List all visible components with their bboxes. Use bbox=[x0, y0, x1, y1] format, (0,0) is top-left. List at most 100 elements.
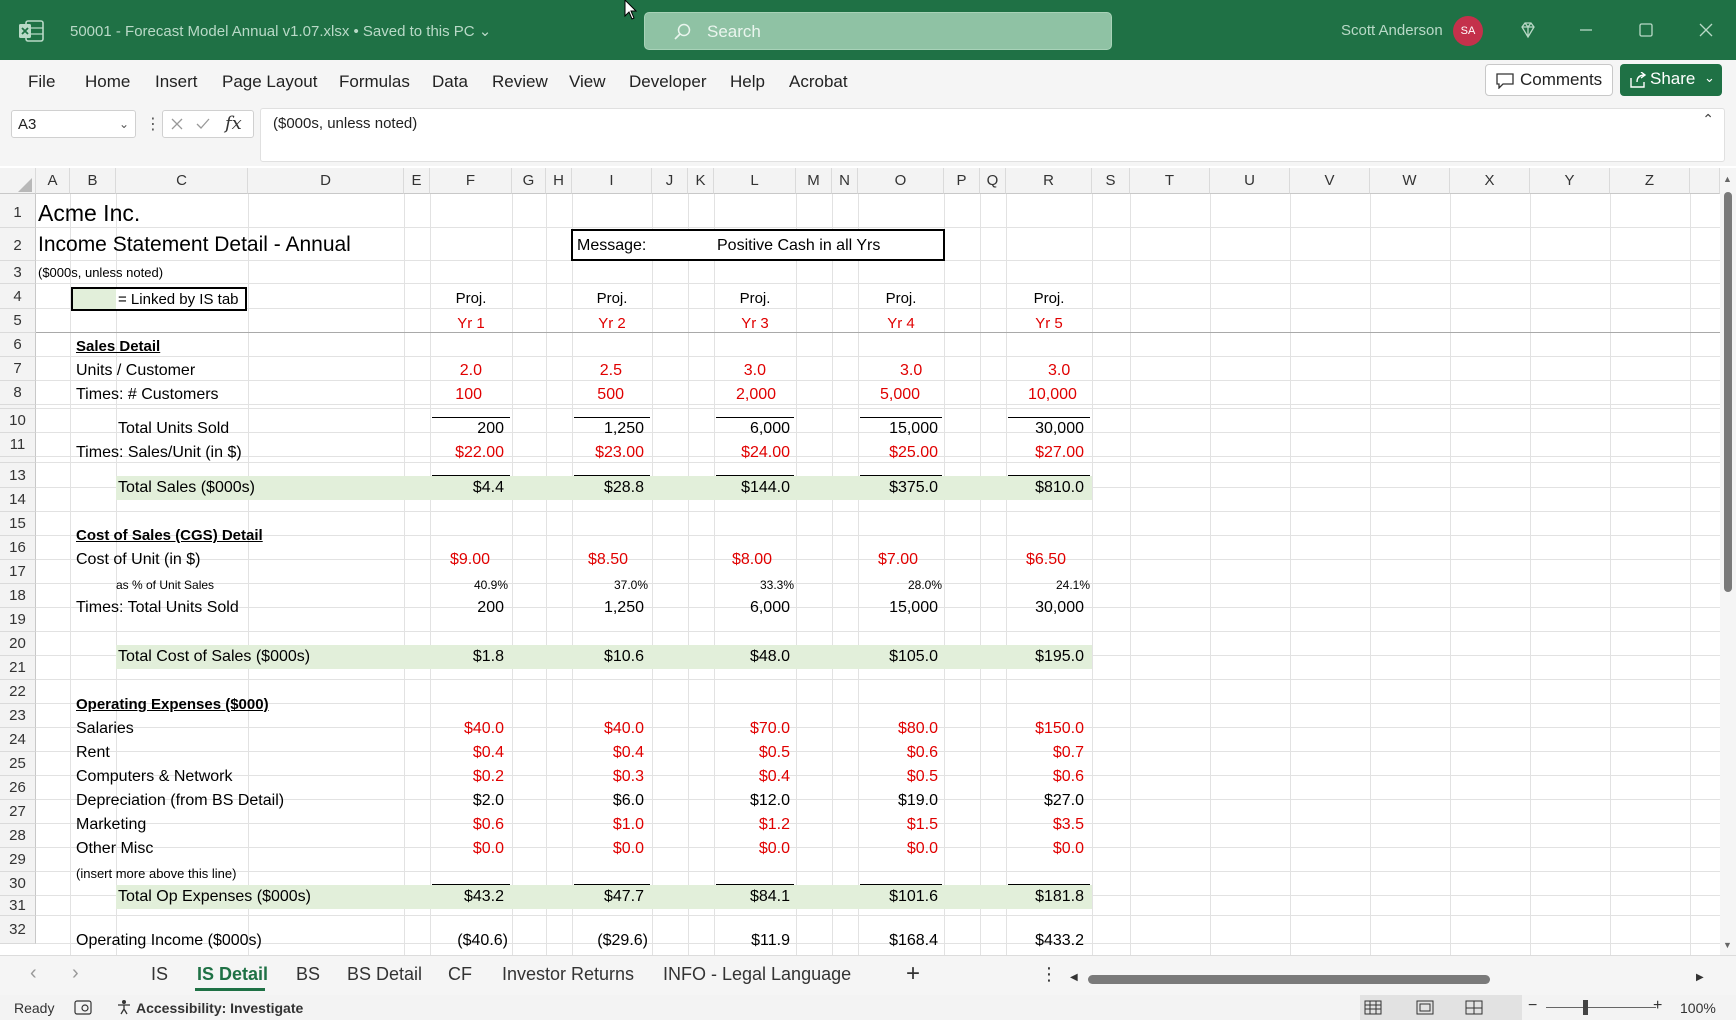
column-header[interactable]: W bbox=[1370, 168, 1450, 194]
input-cell[interactable]: $0.5 bbox=[714, 744, 790, 762]
row-header[interactable]: 27 bbox=[0, 800, 36, 824]
row-header[interactable]: 20 bbox=[0, 632, 36, 656]
insert-note[interactable]: (insert more above this line) bbox=[76, 866, 236, 881]
enter-check-icon[interactable] bbox=[195, 116, 211, 132]
column-header[interactable]: D bbox=[248, 168, 404, 194]
row-label[interactable]: Salaries bbox=[76, 720, 134, 738]
column-header[interactable]: E bbox=[404, 168, 430, 194]
input-cell[interactable]: 5,000 bbox=[858, 386, 942, 404]
sheet-tab-is-detail[interactable]: IS Detail bbox=[197, 964, 268, 985]
row-header[interactable]: 21 bbox=[0, 656, 36, 680]
minimize-icon[interactable] bbox=[1576, 20, 1596, 40]
column-header[interactable]: H bbox=[546, 168, 572, 194]
more-options-icon[interactable]: ⋮ bbox=[145, 114, 161, 134]
scrollbar-thumb[interactable] bbox=[1088, 975, 1490, 984]
value-cell[interactable]: 30,000 bbox=[1006, 599, 1084, 617]
input-cell[interactable]: $70.0 bbox=[714, 720, 790, 738]
legend-box[interactable]: = Linked by IS tab bbox=[71, 287, 247, 311]
value-cell[interactable]: $433.2 bbox=[1006, 932, 1084, 950]
value-cell[interactable]: 6,000 bbox=[714, 420, 790, 438]
sheet-tab-cf[interactable]: CF bbox=[448, 964, 472, 985]
input-cell[interactable]: $40.0 bbox=[430, 720, 504, 738]
value-cell[interactable]: 30,000 bbox=[1006, 420, 1084, 438]
more-sheets-icon[interactable]: ⋮ bbox=[1040, 964, 1058, 985]
column-header[interactable]: K bbox=[688, 168, 714, 194]
row-label[interactable]: Rent bbox=[76, 744, 110, 762]
comments-button[interactable]: Comments bbox=[1485, 64, 1613, 96]
row-header[interactable]: 32 bbox=[0, 916, 36, 944]
input-cell[interactable]: $23.00 bbox=[572, 444, 644, 462]
value-cell[interactable]: $28.8 bbox=[572, 479, 644, 497]
input-cell[interactable]: $0.7 bbox=[1006, 744, 1084, 762]
row-header[interactable]: 4 bbox=[0, 284, 36, 309]
row-label[interactable]: as % of Unit Sales bbox=[116, 578, 214, 592]
column-header[interactable]: Q bbox=[980, 168, 1006, 194]
row-header[interactable]: 8 bbox=[0, 381, 36, 405]
zoom-slider-thumb[interactable] bbox=[1583, 1000, 1588, 1015]
value-cell[interactable]: 37.0% bbox=[572, 578, 648, 592]
row-header[interactable]: 26 bbox=[0, 776, 36, 800]
value-cell[interactable]: $84.1 bbox=[714, 888, 790, 906]
input-cell[interactable]: $1.0 bbox=[572, 816, 644, 834]
value-cell[interactable]: 24.1% bbox=[1006, 578, 1090, 592]
input-cell[interactable]: $0.0 bbox=[858, 840, 938, 858]
row-header[interactable]: 14 bbox=[0, 488, 36, 512]
units-note[interactable]: ($000s, unless noted) bbox=[38, 265, 163, 280]
value-cell[interactable]: $810.0 bbox=[1006, 479, 1084, 497]
input-cell[interactable]: 500 bbox=[572, 386, 624, 404]
row-header[interactable]: 13 bbox=[0, 463, 36, 488]
proj-label[interactable]: Proj. bbox=[858, 290, 944, 308]
cancel-icon[interactable] bbox=[169, 116, 185, 132]
row-label[interactable]: Times: # Customers bbox=[76, 386, 219, 404]
spreadsheet-grid[interactable]: A B C D E F G H I J K L M N O P Q R S T … bbox=[0, 168, 1720, 955]
input-cell[interactable]: $8.00 bbox=[714, 551, 794, 569]
input-cell[interactable]: $80.0 bbox=[858, 720, 938, 738]
input-cell[interactable]: $0.0 bbox=[714, 840, 790, 858]
name-box[interactable]: A3 ⌄ bbox=[11, 110, 136, 138]
row-header[interactable]: 10 bbox=[0, 409, 36, 433]
value-cell[interactable]: 33.3% bbox=[714, 578, 794, 592]
input-cell[interactable]: $25.00 bbox=[858, 444, 938, 462]
input-cell[interactable]: 2.5 bbox=[572, 362, 622, 380]
row-label[interactable]: Times: Sales/Unit (in $) bbox=[76, 444, 242, 462]
column-header[interactable]: S bbox=[1092, 168, 1130, 194]
row-label[interactable]: Cost of Unit (in $) bbox=[76, 551, 200, 569]
row-header[interactable]: 3 bbox=[0, 261, 36, 284]
value-cell[interactable]: 15,000 bbox=[858, 420, 938, 438]
column-header[interactable]: V bbox=[1290, 168, 1370, 194]
sheet-tab-bs[interactable]: BS bbox=[296, 964, 320, 985]
row-label[interactable]: Operating Income ($000s) bbox=[76, 932, 262, 950]
scroll-left-icon[interactable]: ◀ bbox=[1070, 972, 1078, 983]
row-label[interactable]: Units / Customer bbox=[76, 362, 195, 380]
column-header[interactable]: C bbox=[116, 168, 248, 194]
menu-review[interactable]: Review bbox=[492, 72, 548, 92]
diamond-icon[interactable] bbox=[1518, 20, 1538, 40]
row-header[interactable]: 18 bbox=[0, 584, 36, 608]
sheet-tab-info-legal[interactable]: INFO - Legal Language bbox=[663, 964, 851, 985]
input-cell[interactable]: 10,000 bbox=[1006, 386, 1090, 404]
menu-help[interactable]: Help bbox=[730, 72, 765, 92]
column-header[interactable]: N bbox=[832, 168, 858, 194]
sheet-tab-is[interactable]: IS bbox=[151, 964, 168, 985]
input-cell[interactable]: 2,000 bbox=[714, 386, 792, 404]
row-header[interactable]: 23 bbox=[0, 704, 36, 728]
input-cell[interactable]: 100 bbox=[430, 386, 482, 404]
chevron-left-icon[interactable]: ‹ bbox=[30, 962, 37, 985]
input-cell[interactable]: $0.0 bbox=[430, 840, 504, 858]
input-cell[interactable]: $22.00 bbox=[430, 444, 504, 462]
add-sheet-icon[interactable]: + bbox=[906, 960, 920, 988]
row-label[interactable]: Depreciation (from BS Detail) bbox=[76, 792, 284, 810]
value-cell[interactable]: $10.6 bbox=[572, 648, 644, 666]
year-label[interactable]: Yr 3 bbox=[714, 315, 796, 333]
row-header[interactable]: 11 bbox=[0, 433, 36, 457]
row-label[interactable]: Total Units Sold bbox=[118, 420, 229, 438]
proj-label[interactable]: Proj. bbox=[430, 290, 512, 308]
normal-view-icon[interactable] bbox=[1364, 1000, 1382, 1015]
input-cell[interactable]: $7.00 bbox=[858, 551, 942, 569]
menu-data[interactable]: Data bbox=[432, 72, 468, 92]
year-label[interactable]: Yr 2 bbox=[572, 315, 652, 333]
input-cell[interactable]: $0.6 bbox=[1006, 768, 1084, 786]
value-cell[interactable]: 15,000 bbox=[858, 599, 938, 617]
chevron-down-icon[interactable]: ⌄ bbox=[119, 117, 129, 131]
menu-home[interactable]: Home bbox=[85, 72, 130, 92]
